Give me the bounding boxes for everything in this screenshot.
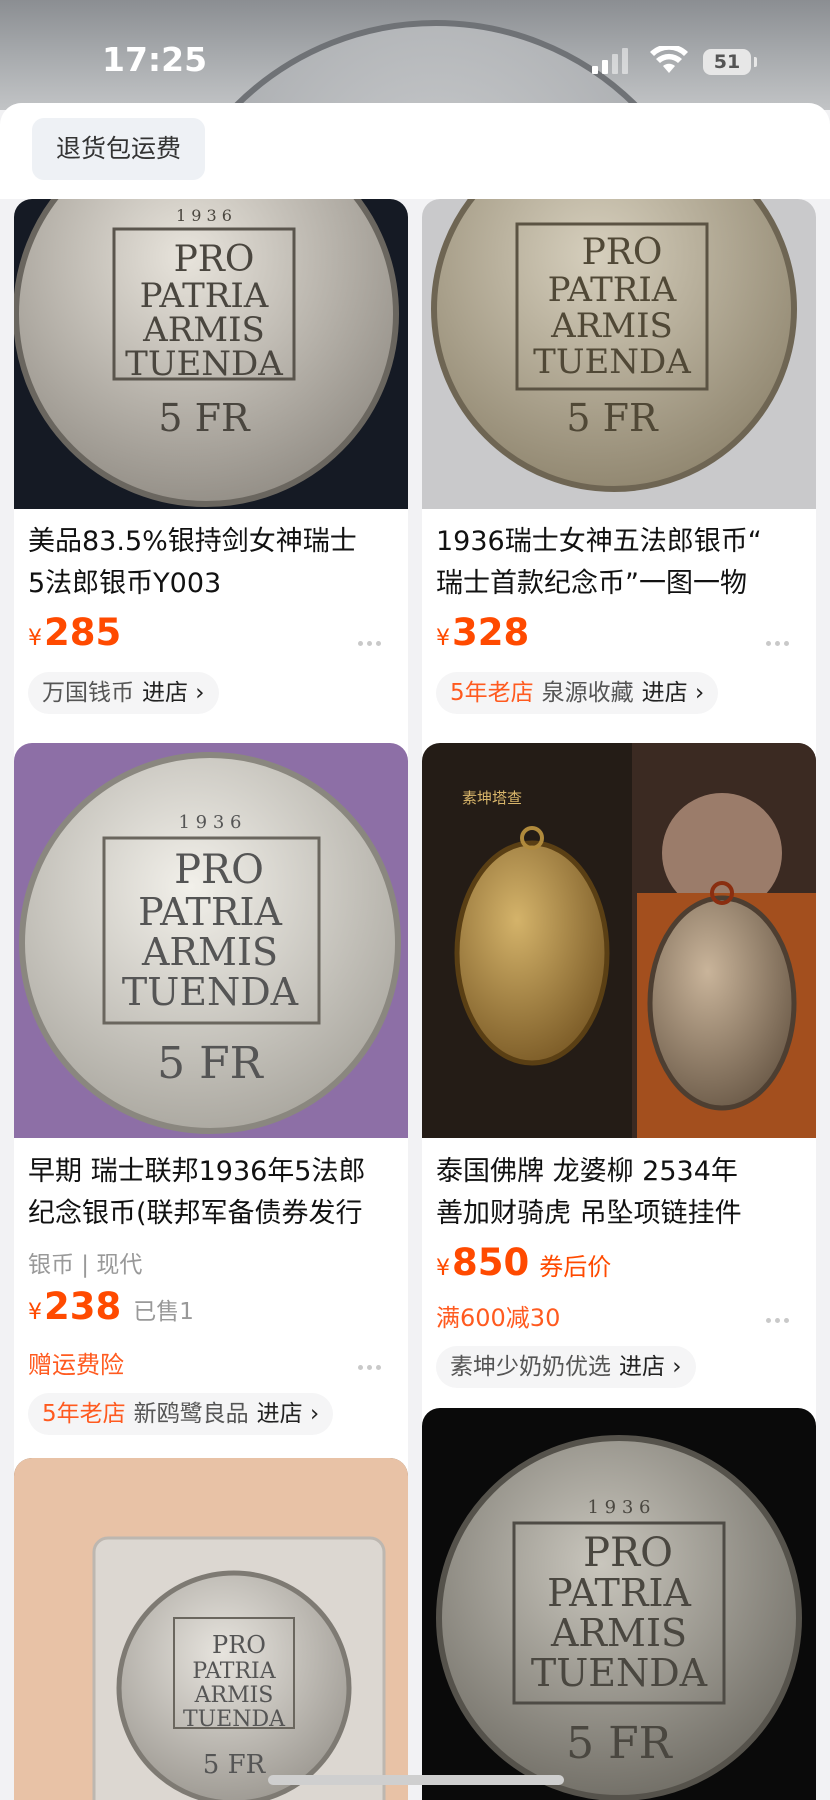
coin-text-line: ARMIS (194, 1683, 274, 1708)
coin-text-line: TUENDA (531, 1651, 708, 1695)
product-photo[interactable]: 1 9 3 6 PRO PATRIA ARMIS TUENDA 5 FR (14, 743, 408, 1138)
product-photo[interactable]: 1 9 3 6 PRO PATRIA ARMIS TUENDA 5 FR (14, 199, 408, 509)
shop-pill[interactable]: 万国钱币 进店 › (28, 672, 219, 714)
coin-text-line: PRO (583, 1530, 673, 1576)
coin-year-text: 1 9 3 6 (588, 1497, 651, 1518)
product-photo[interactable]: PRO PATRIA ARMIS TUENDA 5 FR (14, 1458, 408, 1800)
go-shop-link[interactable]: 进店 › (142, 680, 205, 706)
coin-year-text: 1 9 3 6 (179, 812, 242, 833)
product-card[interactable]: 1 9 3 6 PRO PATRIA ARMIS TUENDA 5 FR (422, 1408, 816, 1800)
coin-denomination: 5 FR (203, 1750, 267, 1780)
promo-label: 赠运费险 (28, 1351, 124, 1379)
go-shop-link[interactable]: 进店 › (619, 1354, 682, 1380)
coin-text-line: TUENDA (183, 1707, 286, 1732)
shop-name: 新鸥鹭良品 (133, 1401, 249, 1427)
product-title-line[interactable]: 善加财骑虎 吊坠项链挂件 (436, 1193, 798, 1235)
coin-text-line: TUENDA (533, 342, 691, 382)
more-options-icon[interactable] (766, 1308, 796, 1323)
product-card[interactable]: PRO PATRIA ARMIS TUENDA 5 FR (14, 1458, 408, 1800)
product-title-line[interactable]: 美品83.5%银持剑女神瑞士 (28, 521, 390, 563)
product-title-line[interactable]: 早期 瑞士联邦1936年5法郎 (28, 1151, 390, 1193)
product-title-line[interactable]: 1936瑞士女神五法郎银币“ (436, 521, 798, 563)
coin-denomination: 5 FR (566, 1718, 674, 1769)
cellular-signal-icon (592, 48, 628, 74)
currency-symbol: ¥ (436, 626, 450, 651)
currency-symbol: ¥ (436, 1256, 450, 1281)
product-photo[interactable]: 素坤塔查 (422, 743, 816, 1138)
price-row: ¥ 850 券后价 (436, 1241, 611, 1284)
product-photo[interactable]: PRO PATRIA ARMIS TUENDA 5 FR (422, 199, 816, 509)
coin-text-line: ARMIS (550, 306, 673, 346)
coin-denomination: 5 FR (158, 396, 251, 440)
product-photo[interactable]: 1 9 3 6 PRO PATRIA ARMIS TUENDA 5 FR (422, 1408, 816, 1800)
product-title-line[interactable]: 泰国佛牌 龙婆柳 2534年 (436, 1151, 798, 1193)
results-sheet: 退货包运费 1 9 3 6 PRO PATRIA ARMIS TUENDA 5 … (0, 103, 830, 1800)
coin-text-line: PRO (174, 847, 264, 893)
product-card[interactable]: 素坤塔查 泰国佛牌 龙婆柳 2534年 善加财骑虎 吊坠项链挂件 ¥ 850 券… (422, 743, 816, 1483)
coin-denomination: 5 FR (157, 1038, 265, 1089)
filter-chip-free-return[interactable]: 退货包运费 (32, 118, 206, 180)
product-price: 285 (44, 611, 122, 654)
status-bar: 17:25 51 (0, 0, 830, 100)
filter-row: 退货包运费 (0, 103, 830, 199)
coin-text-line: PRO (212, 1631, 266, 1659)
price-row: ¥ 328 (436, 611, 529, 654)
price-row: ¥ 285 (28, 611, 121, 654)
coin-year-text: 1 9 3 6 (176, 206, 232, 225)
coin-image: PRO PATRIA ARMIS TUENDA 5 FR (14, 1458, 408, 1800)
more-options-icon[interactable] (358, 631, 388, 646)
coin-text-line: ARMIS (550, 1611, 687, 1655)
battery-indicator: 51 (703, 49, 757, 75)
amulet-brand-watermark: 素坤塔查 (462, 789, 522, 807)
shop-name: 泉源收藏 (541, 680, 634, 706)
product-card[interactable]: 1 9 3 6 PRO PATRIA ARMIS TUENDA 5 FR 早期 … (14, 743, 408, 1533)
product-price: 850 (452, 1241, 530, 1284)
wifi-icon (650, 46, 688, 73)
currency-symbol: ¥ (28, 1300, 42, 1325)
shop-pill[interactable]: 5年老店 泉源收藏 进店 › (436, 672, 719, 714)
shop-name: 万国钱币 (42, 680, 134, 706)
product-title-line[interactable]: 瑞士首款纪念币”一图一物 (436, 563, 798, 605)
shop-pill[interactable]: 5年老店 新鸥鹭良品 进店 › (28, 1393, 334, 1435)
product-price: 328 (452, 611, 530, 654)
coin-text-line: PATRIA (192, 1659, 276, 1684)
home-indicator[interactable] (268, 1775, 564, 1785)
coin-image: PRO PATRIA ARMIS TUENDA 5 FR (431, 199, 797, 492)
product-card[interactable]: 1 9 3 6 PRO PATRIA ARMIS TUENDA 5 FR 美品8… (14, 199, 408, 829)
product-attributes: 银币 | 现代 (28, 1252, 143, 1278)
more-options-icon[interactable] (358, 1355, 388, 1370)
coin-image: 1 9 3 6 PRO PATRIA ARMIS TUENDA 5 FR (436, 1435, 802, 1800)
promo-label: 满600减30 (436, 1304, 561, 1332)
more-options-icon[interactable] (766, 631, 796, 646)
coin-image: 1 9 3 6 PRO PATRIA ARMIS TUENDA 5 FR (19, 752, 401, 1134)
coin-image: 1 9 3 6 PRO PATRIA ARMIS TUENDA 5 FR (14, 199, 399, 507)
coin-text-line: TUENDA (125, 344, 283, 384)
coin-text-line: PATRIA (548, 270, 677, 310)
coin-text-line: PATRIA (138, 890, 282, 934)
product-title-line[interactable]: 5法郎银币Y003 (28, 563, 390, 605)
shop-age-badge: 5年老店 (450, 680, 534, 706)
coin-text-line: TUENDA (122, 970, 299, 1014)
product-price: 238 (44, 1285, 122, 1328)
currency-symbol: ¥ (28, 626, 42, 651)
sold-count: 已售1 (133, 1299, 194, 1325)
shop-pill[interactable]: 素坤少奶奶优选 进店 › (436, 1346, 696, 1388)
coin-text-line: PATRIA (547, 1571, 691, 1615)
product-card[interactable]: PRO PATRIA ARMIS TUENDA 5 FR 1936瑞士女神五法郎… (422, 199, 816, 829)
status-time: 17:25 (102, 40, 208, 79)
amulet-image: 素坤塔查 (454, 743, 816, 1138)
coin-text-line: PRO (174, 239, 255, 280)
shop-age-badge: 5年老店 (42, 1401, 126, 1427)
shop-name: 素坤少奶奶优选 (450, 1354, 611, 1380)
product-title-line[interactable]: 纪念银币(联邦军备债券发行 (28, 1193, 390, 1235)
go-shop-link[interactable]: 进店 › (642, 680, 705, 706)
coin-denomination: 5 FR (566, 396, 659, 440)
coin-text-line: ARMIS (141, 930, 278, 974)
coin-text-line: PRO (582, 232, 663, 273)
go-shop-link[interactable]: 进店 › (257, 1401, 320, 1427)
price-after-coupon-label: 券后价 (539, 1253, 612, 1281)
price-row: ¥ 238 已售1 (28, 1285, 194, 1328)
